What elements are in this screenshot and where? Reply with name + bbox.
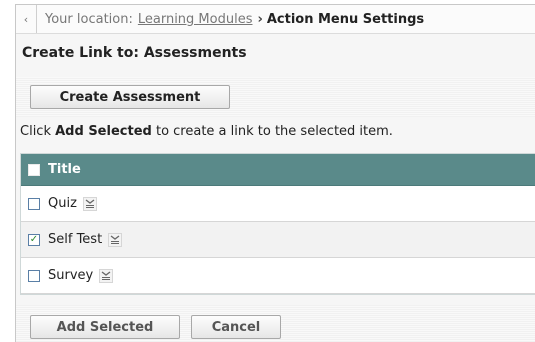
chevron-left-icon[interactable]: ‹ — [16, 5, 37, 33]
breadcrumb-current: Action Menu Settings — [266, 11, 425, 27]
row-label: Self Test — [48, 232, 103, 247]
table-row: Quiz — [21, 186, 535, 222]
breadcrumb: ‹ Your location: Learning Modules › Acti… — [16, 5, 535, 34]
row-checkbox[interactable]: ✓ — [28, 233, 40, 246]
breadcrumb-prefix: Your location: — [45, 11, 133, 27]
action-menu-icon[interactable] — [99, 268, 114, 283]
column-header-title: Title — [48, 162, 81, 177]
table-row: Survey — [21, 258, 535, 294]
bottom-actions: Add Selected Cancel — [16, 305, 535, 342]
instructions-text: Click Add Selected to create a link to t… — [20, 124, 393, 139]
row-checkbox[interactable] — [28, 269, 40, 282]
row-label: Survey — [48, 268, 94, 283]
instructions-bold: Add Selected — [55, 124, 152, 139]
table-header: Title — [21, 154, 535, 186]
create-toolbar: Create Assessment — [16, 77, 535, 117]
add-selected-button[interactable]: Add Selected — [30, 315, 180, 339]
table-row: ✓ Self Test — [21, 222, 535, 258]
select-all-checkbox[interactable] — [28, 163, 40, 176]
page-title: Create Link to: Assessments — [22, 45, 247, 61]
instructions-after: to create a link to the selected item. — [155, 124, 393, 139]
create-assessment-button[interactable]: Create Assessment — [30, 85, 230, 109]
content-frame: ‹ Your location: Learning Modules › Acti… — [15, 4, 535, 342]
breadcrumb-separator: › — [257, 11, 263, 27]
row-checkbox[interactable] — [28, 197, 40, 210]
breadcrumb-link-learning-modules[interactable]: Learning Modules — [138, 12, 253, 27]
row-label: Quiz — [48, 196, 77, 211]
action-menu-icon[interactable] — [108, 232, 123, 247]
assessments-table: Title Quiz ✓ Self Test Survey — [20, 153, 535, 295]
action-menu-icon[interactable] — [82, 196, 97, 211]
instructions-before: Click — [20, 124, 51, 139]
cancel-button[interactable]: Cancel — [191, 315, 281, 339]
